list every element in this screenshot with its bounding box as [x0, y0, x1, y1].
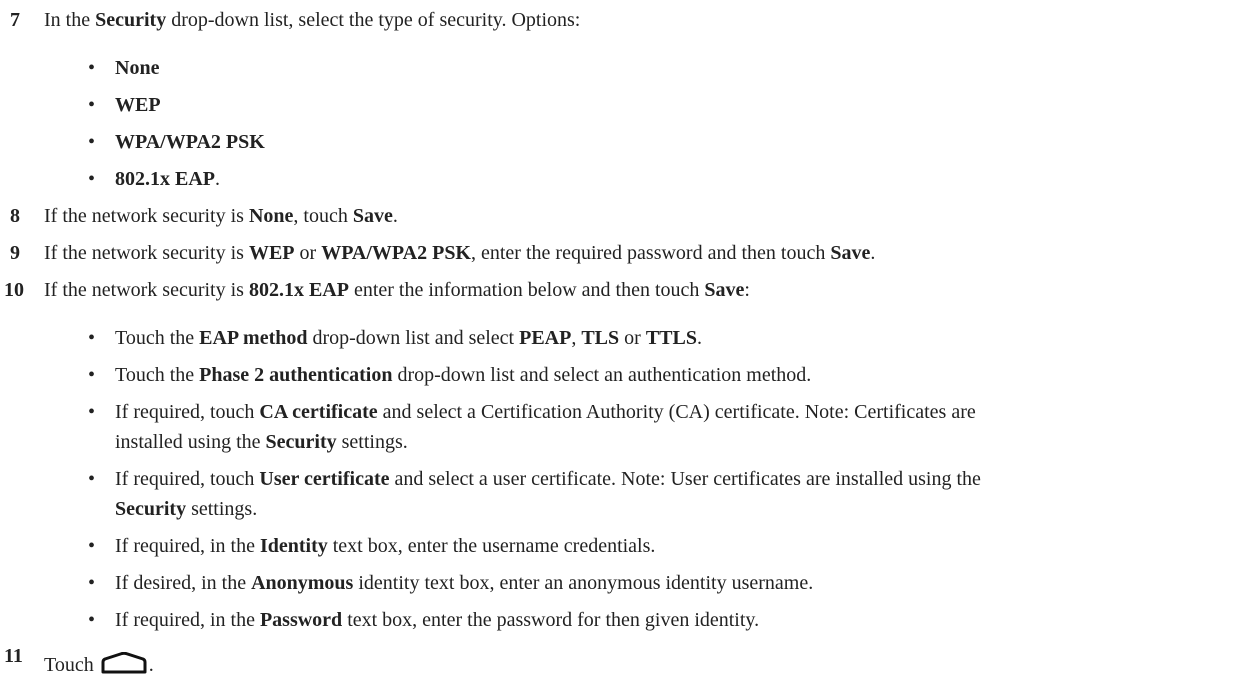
sub-step-text: If required, touch User certificate and … [115, 468, 981, 490]
bullet: • [88, 94, 96, 116]
step-number: 11 [4, 645, 23, 667]
option-label: WEP [115, 94, 161, 116]
step-text: If the network security is None, touch S… [44, 205, 398, 227]
bullet: • [88, 401, 96, 423]
sub-step-text: Security settings. [115, 498, 258, 520]
option-label: WPA/WPA2 PSK [115, 131, 265, 153]
sub-step-text: installed using the Security settings. [115, 431, 408, 453]
bullet: • [88, 535, 96, 557]
bullet: • [88, 327, 96, 349]
sub-step-text: If required, in the Identity text box, e… [115, 535, 656, 557]
step-number: 8 [10, 205, 20, 227]
bullet: • [88, 468, 96, 490]
sub-step-text: Touch the Phase 2 authentication drop-do… [115, 364, 812, 386]
option-label: 802.1x EAP. [115, 168, 220, 190]
sub-step-text: If desired, in the Anonymous identity te… [115, 572, 814, 594]
sub-step-text: If required, in the Password text box, e… [115, 609, 760, 631]
bullet: • [88, 609, 96, 631]
option-label: None [115, 57, 160, 79]
bullet: • [88, 572, 96, 594]
step-number: 7 [10, 9, 20, 31]
sub-step-text: Touch the EAP method drop-down list and … [115, 327, 702, 349]
bullet: • [88, 131, 96, 153]
step-text: If the network security is WEP or WPA/WP… [44, 242, 876, 264]
home-icon [100, 651, 148, 680]
step-text: If the network security is 802.1x EAP en… [44, 279, 750, 301]
step-number: 10 [4, 279, 24, 301]
step-text: In the Security drop-down list, select t… [44, 9, 581, 31]
bullet: • [88, 168, 96, 190]
bullet: • [88, 364, 96, 386]
bullet: • [88, 57, 96, 79]
step-text: Touch . [44, 651, 154, 680]
step-number: 9 [10, 242, 20, 264]
sub-step-text: If required, touch CA certificate and se… [115, 401, 976, 423]
